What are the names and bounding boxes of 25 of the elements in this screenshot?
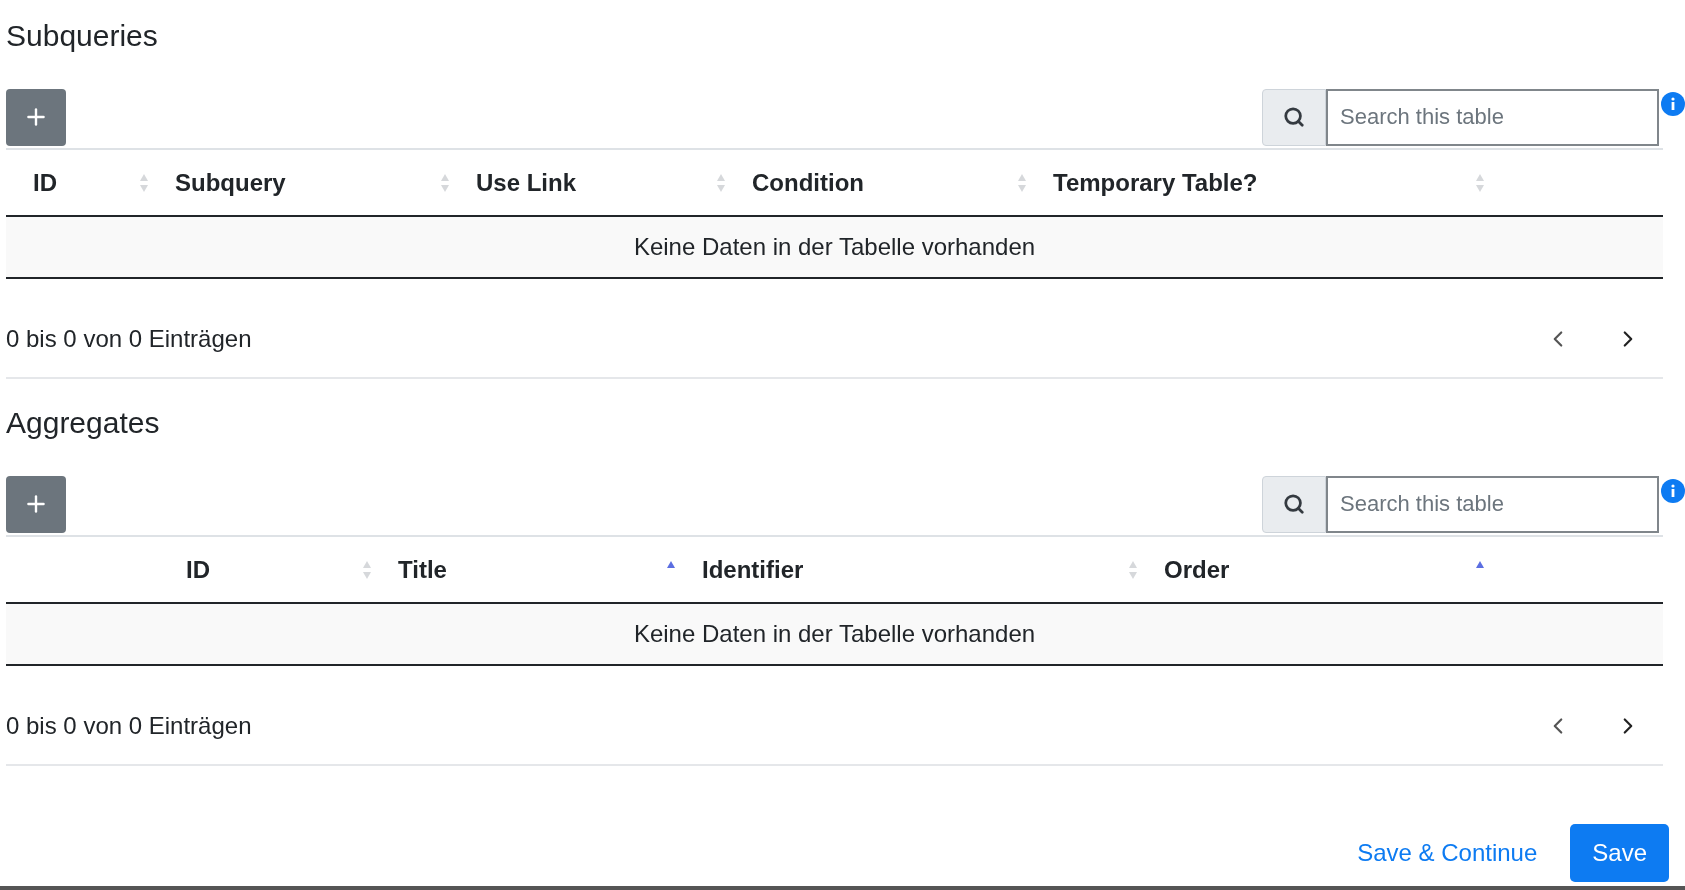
- save-continue-link[interactable]: Save & Continue: [1357, 835, 1538, 871]
- column-header[interactable]: Title: [398, 551, 447, 588]
- add-button[interactable]: [6, 88, 66, 146]
- column-header[interactable]: Use Link: [476, 164, 577, 201]
- search-icon: [1262, 475, 1326, 533]
- column-header[interactable]: Order: [1164, 551, 1230, 588]
- section-title: Subqueries: [6, 18, 158, 54]
- empty-table-message: Keine Daten in der Tabelle vorhanden: [633, 619, 1036, 649]
- section-title: Aggregates: [6, 405, 160, 441]
- add-button[interactable]: [6, 475, 66, 533]
- search-field[interactable]: Search this table: [1326, 475, 1659, 533]
- save-button[interactable]: Save: [1570, 824, 1669, 882]
- table-info: 0 bis 0 von 0 Einträgen: [6, 324, 252, 354]
- info-icon[interactable]: [1661, 91, 1685, 116]
- column-header[interactable]: Identifier: [702, 551, 804, 588]
- info-icon[interactable]: [1661, 478, 1685, 503]
- search-field[interactable]: Search this table: [1326, 88, 1659, 146]
- column-header[interactable]: ID: [33, 164, 57, 201]
- column-header[interactable]: Condition: [752, 164, 864, 201]
- empty-table-message: Keine Daten in der Tabelle vorhanden: [633, 232, 1036, 262]
- search-icon: [1262, 88, 1326, 146]
- column-header[interactable]: Temporary Table?: [1053, 164, 1258, 201]
- column-header[interactable]: Subquery: [175, 164, 286, 201]
- column-header[interactable]: ID: [186, 551, 210, 588]
- table-info: 0 bis 0 von 0 Einträgen: [6, 711, 252, 741]
